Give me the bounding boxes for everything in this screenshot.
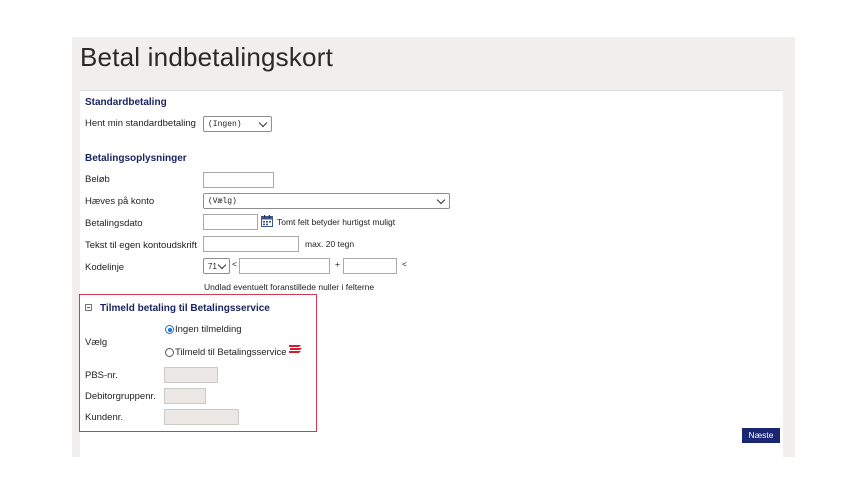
code-lt-1: < xyxy=(232,259,237,269)
pbs-nr-label: PBS-nr. xyxy=(85,370,118,381)
next-button[interactable]: Næste xyxy=(742,428,780,443)
standard-select[interactable]: (Ingen) xyxy=(203,116,272,132)
pbs-nr-input[interactable] xyxy=(164,367,218,383)
account-label: Hæves på konto xyxy=(85,196,155,207)
account-select[interactable]: (Vælg) xyxy=(203,193,450,209)
code-input-1[interactable] xyxy=(239,258,330,274)
code-hint: Undlad eventuelt foranstillede nuller i … xyxy=(204,282,375,292)
chevron-down-icon xyxy=(258,118,268,128)
account-select-value: (Vælg) xyxy=(208,197,237,206)
standard-label: Hent min standardbetaling xyxy=(85,118,196,129)
debitor-label: Debitorgruppenr. xyxy=(85,391,156,402)
statement-text-input[interactable] xyxy=(203,236,299,252)
code-lt-2: < xyxy=(402,259,407,269)
chevron-down-icon xyxy=(436,195,446,205)
code-input-2[interactable] xyxy=(343,258,397,274)
code-type-value: 71 xyxy=(208,262,217,271)
radio-no-signup[interactable] xyxy=(165,325,174,334)
calendar-icon[interactable] xyxy=(261,215,273,227)
code-type-select[interactable]: 71 xyxy=(203,258,230,274)
customer-input[interactable] xyxy=(164,409,239,425)
radio-no-signup-label: Ingen tilmelding xyxy=(175,324,242,335)
payment-heading: Betalingsoplysninger xyxy=(85,153,187,164)
code-plus: + xyxy=(335,259,340,269)
standard-heading: Standardbetaling xyxy=(85,97,167,108)
page-title: Betal indbetalingskort xyxy=(80,42,333,72)
standard-select-value: (Ingen) xyxy=(208,120,242,129)
debitor-input[interactable] xyxy=(164,388,206,404)
code-label: Kodelinje xyxy=(85,262,125,273)
choose-label: Vælg xyxy=(85,337,108,348)
pbs-heading: Tilmeld betaling til Betalingsservice xyxy=(100,303,270,314)
text-hint: max. 20 tegn xyxy=(305,239,355,249)
date-label: Betalingsdato xyxy=(85,218,143,229)
radio-signup-label: Tilmeld til Betalingsservice xyxy=(175,347,287,358)
date-hint: Tomt felt betyder hurtigst muligt xyxy=(277,217,396,227)
radio-signup[interactable] xyxy=(165,348,174,357)
betalingsservice-logo-icon xyxy=(289,345,302,353)
chevron-down-icon xyxy=(217,260,227,270)
amount-input[interactable] xyxy=(203,172,274,188)
date-input[interactable] xyxy=(203,214,258,230)
customer-label: Kundenr. xyxy=(85,412,124,423)
amount-label: Beløb xyxy=(85,174,110,185)
collapse-icon[interactable] xyxy=(85,304,92,311)
text-label: Tekst til egen kontoudskrift xyxy=(85,240,197,251)
